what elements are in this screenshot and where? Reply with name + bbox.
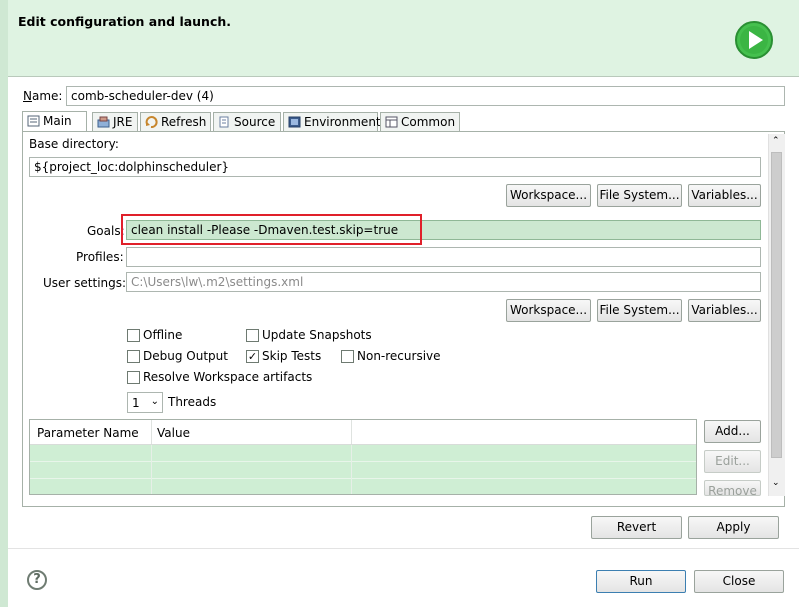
tab-refresh[interactable]: Refresh: [140, 112, 211, 132]
common-icon: [385, 116, 398, 128]
tab-common[interactable]: Common: [380, 112, 460, 132]
user-settings-field[interactable]: C:\Users\lw\.m2\settings.xml: [126, 272, 761, 292]
tab-main[interactable]: Main: [22, 111, 87, 132]
scroll-down-icon[interactable]: ⌄: [772, 478, 780, 488]
name-label: Name:: [23, 89, 63, 103]
threads-value: 1: [132, 396, 140, 410]
tab-jre[interactable]: JRE: [92, 112, 138, 132]
run-button[interactable]: Run: [596, 570, 686, 593]
skip-tests-label: Skip Tests: [262, 349, 322, 363]
settings-workspace-button[interactable]: Workspace...: [506, 299, 591, 322]
scroll-up-icon[interactable]: ⌃: [772, 136, 780, 146]
footer-divider: [8, 548, 799, 549]
tab-environment[interactable]: Environment: [283, 112, 381, 132]
column-value[interactable]: Value: [157, 426, 190, 440]
base-variables-button[interactable]: Variables...: [688, 184, 761, 207]
add-parameter-button[interactable]: Add...: [704, 420, 761, 443]
update-snapshots-label: Update Snapshots: [262, 328, 372, 342]
source-icon: [218, 116, 231, 128]
offline-label: Offline: [143, 328, 183, 342]
tab-main-label: Main: [43, 114, 72, 128]
table-header: Parameter Name Value: [30, 420, 696, 445]
column-parameter-name[interactable]: Parameter Name: [37, 426, 139, 440]
non-recursive-checkbox[interactable]: [341, 350, 354, 363]
scrollbar-thumb[interactable]: [771, 152, 782, 458]
resolve-workspace-checkbox[interactable]: [127, 371, 140, 384]
help-icon[interactable]: ?: [27, 570, 47, 590]
threads-select[interactable]: 1 ⌄: [127, 392, 163, 413]
revert-button[interactable]: Revert: [591, 516, 682, 539]
apply-button[interactable]: Apply: [688, 516, 779, 539]
dialog-header: Edit configuration and launch.: [8, 0, 799, 77]
name-field[interactable]: comb-scheduler-dev (4): [66, 86, 785, 106]
tab-source-label: Source: [234, 115, 276, 129]
offline-checkbox[interactable]: [127, 329, 140, 342]
non-recursive-label: Non-recursive: [357, 349, 441, 363]
settings-variables-button[interactable]: Variables...: [688, 299, 761, 322]
main-icon: [27, 115, 40, 127]
base-workspace-button[interactable]: Workspace...: [506, 184, 591, 207]
tab-jre-label: JRE: [113, 115, 133, 129]
profiles-field[interactable]: [126, 247, 761, 267]
settings-file-system-button[interactable]: File System...: [597, 299, 682, 322]
user-settings-label: User settings:: [43, 276, 127, 290]
close-button[interactable]: Close: [694, 570, 784, 593]
jre-icon: [97, 116, 110, 128]
debug-output-label: Debug Output: [143, 349, 228, 363]
name-label-text: ame:: [31, 89, 63, 103]
tab-environment-label: Environment: [304, 115, 381, 129]
threads-label: Threads: [168, 395, 217, 409]
profiles-label: Profiles:: [76, 250, 124, 264]
tab-source[interactable]: Source: [213, 112, 281, 132]
goals-label: Goals:: [87, 224, 125, 238]
update-snapshots-checkbox[interactable]: [246, 329, 259, 342]
chevron-down-icon: ⌄: [150, 396, 159, 407]
tab-refresh-label: Refresh: [161, 115, 207, 129]
run-launch-icon: [735, 21, 773, 59]
remove-parameter-button[interactable]: Remove: [704, 480, 761, 496]
panel-scrollbar[interactable]: ⌃ ⌄: [768, 134, 785, 496]
edit-parameter-button[interactable]: Edit...: [704, 450, 761, 473]
base-directory-label: Base directory:: [29, 137, 119, 151]
refresh-icon: [145, 116, 158, 129]
debug-output-checkbox[interactable]: [127, 350, 140, 363]
skip-tests-checkbox[interactable]: ✓: [246, 350, 259, 363]
resolve-workspace-label: Resolve Workspace artifacts: [143, 370, 313, 384]
dialog-title: Edit configuration and launch.: [18, 14, 232, 29]
base-directory-field[interactable]: ${project_loc:dolphinscheduler}: [29, 157, 761, 177]
parameters-table[interactable]: Parameter Name Value: [29, 419, 697, 495]
base-file-system-button[interactable]: File System...: [597, 184, 682, 207]
goals-annotation-box: [121, 214, 422, 245]
environment-icon: [288, 116, 301, 128]
tab-common-label: Common: [401, 115, 456, 129]
